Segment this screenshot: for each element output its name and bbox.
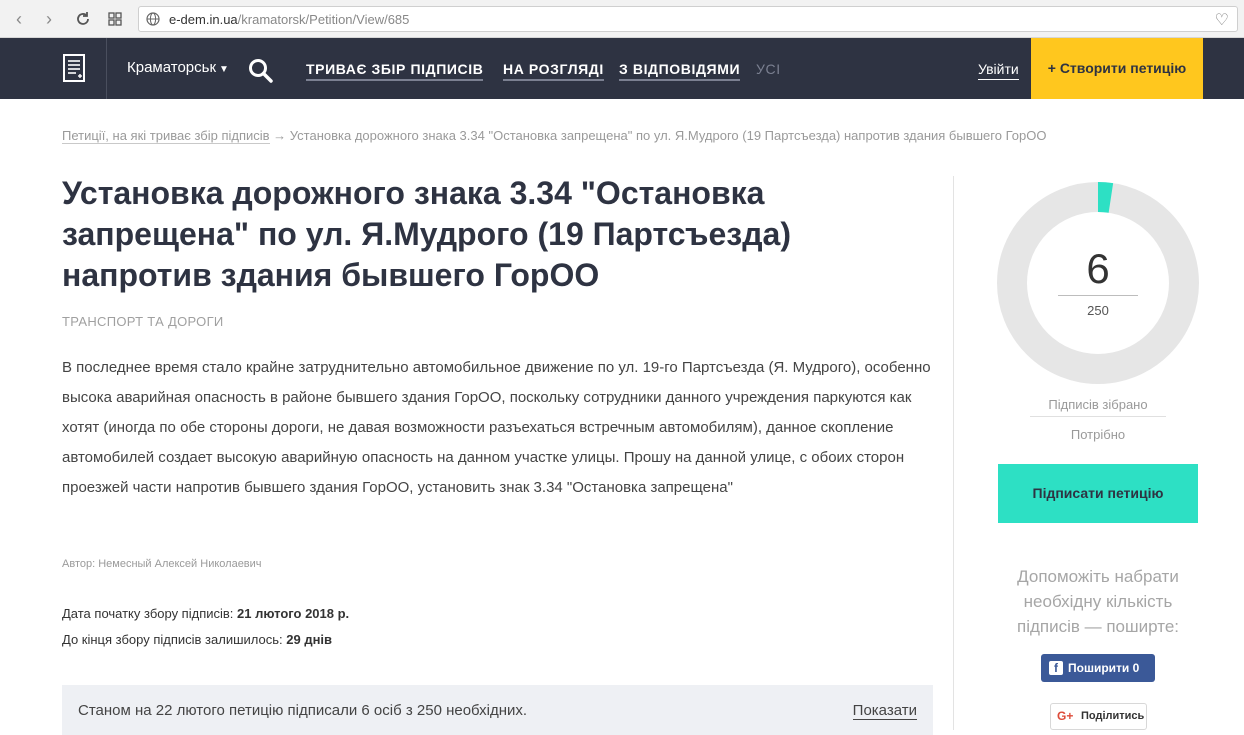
login-link[interactable]: Увійти xyxy=(978,61,1019,80)
site-logo[interactable] xyxy=(55,38,107,99)
city-label: Краматорськ xyxy=(127,59,217,76)
browser-toolbar: ‹ › e-dem.in.ua/kramatorsk/Petition/View… xyxy=(0,0,1244,38)
petition-category[interactable]: ТРАНСПОРТ ТА ДОРОГИ xyxy=(62,314,224,329)
url-text: e-dem.in.ua/kramatorsk/Petition/View/685 xyxy=(169,12,409,27)
globe-icon xyxy=(146,12,160,26)
create-petition-button[interactable]: + Створити петицію xyxy=(1031,38,1203,99)
petition-title: Установка дорожного знака 3.34 "Остановк… xyxy=(62,175,791,293)
breadcrumb: Петиції, на які триває збір підписів → У… xyxy=(62,128,1047,144)
remaining-label: До кінця збору підписів залишилось: xyxy=(62,632,287,647)
collected-label: Підписів зібрано xyxy=(1030,397,1166,417)
reload-icon[interactable] xyxy=(72,8,94,30)
facebook-icon: f xyxy=(1049,661,1063,675)
apps-grid-icon[interactable] xyxy=(104,8,126,30)
facebook-share-button[interactable]: f Поширити 0 xyxy=(1041,654,1155,682)
start-date-value: 21 лютого 2018 р. xyxy=(237,606,350,621)
petition-body: В последнее время стало крайне затруднит… xyxy=(62,359,931,496)
site-header: Краматорськ ▼ ТРИВАЄ ЗБІР ПІДПИСІВ НА РОЗ… xyxy=(0,38,1244,99)
start-date-label: Дата початку збору підписів: xyxy=(62,606,238,621)
nav-under-review[interactable]: НА РОЗГЛЯДІ xyxy=(503,61,604,81)
facebook-share-label: Поширити 0 xyxy=(1068,661,1140,675)
column-divider xyxy=(953,176,954,730)
heart-icon[interactable]: ♡ xyxy=(1215,10,1229,30)
count-divider xyxy=(1058,295,1138,296)
show-signatures-link[interactable]: Показати xyxy=(852,702,917,720)
forward-icon[interactable]: › xyxy=(38,8,60,30)
city-selector[interactable]: Краматорськ ▼ xyxy=(127,59,229,76)
start-date-row: Дата початку збору підписів: 21 лютого 2… xyxy=(62,601,349,627)
chevron-down-icon: ▼ xyxy=(219,64,229,75)
document-logo-icon xyxy=(63,54,85,82)
google-plus-icon: G+ xyxy=(1057,709,1074,723)
petition-author: Автор: Немесный Алексей Николаевич xyxy=(62,558,262,570)
nav-with-answers[interactable]: З ВІДПОВІДЯМИ xyxy=(619,61,741,81)
google-plus-share-button[interactable]: G+ Поділитись xyxy=(1050,703,1147,730)
url-host: e-dem.in.ua xyxy=(169,12,238,27)
back-icon[interactable]: ‹ xyxy=(8,8,30,30)
search-icon[interactable] xyxy=(248,58,274,84)
remaining-row: До кінця збору підписів залишилось: 29 д… xyxy=(62,627,349,653)
url-path: /kramatorsk/Petition/View/685 xyxy=(237,12,410,27)
petition-dates: Дата початку збору підписів: 21 лютого 2… xyxy=(62,601,349,653)
signature-goal: 250 xyxy=(1087,303,1109,318)
signature-count: 6 xyxy=(1086,245,1110,292)
nav-collecting-signatures[interactable]: ТРИВАЄ ЗБІР ПІДПИСІВ xyxy=(306,61,484,81)
needed-label: Потрібно xyxy=(1070,427,1126,442)
nav-all[interactable]: УСІ xyxy=(756,61,781,81)
breadcrumb-current: → Установка дорожного знака 3.34 "Остано… xyxy=(269,128,1047,143)
status-bar: Станом на 22 лютого петицію підписали 6 … xyxy=(62,685,933,735)
status-text: Станом на 22 лютого петицію підписали 6 … xyxy=(78,702,528,719)
sign-petition-button[interactable]: Підписати петицію xyxy=(998,464,1198,523)
share-prompt: Допоможіть набрати необхідну кількість п… xyxy=(1016,567,1179,636)
remaining-value: 29 днів xyxy=(286,632,333,647)
breadcrumb-link[interactable]: Петиції, на які триває збір підписів xyxy=(62,128,270,144)
address-bar[interactable]: e-dem.in.ua/kramatorsk/Petition/View/685… xyxy=(138,6,1238,32)
google-plus-share-label: Поділитись xyxy=(1081,710,1145,722)
